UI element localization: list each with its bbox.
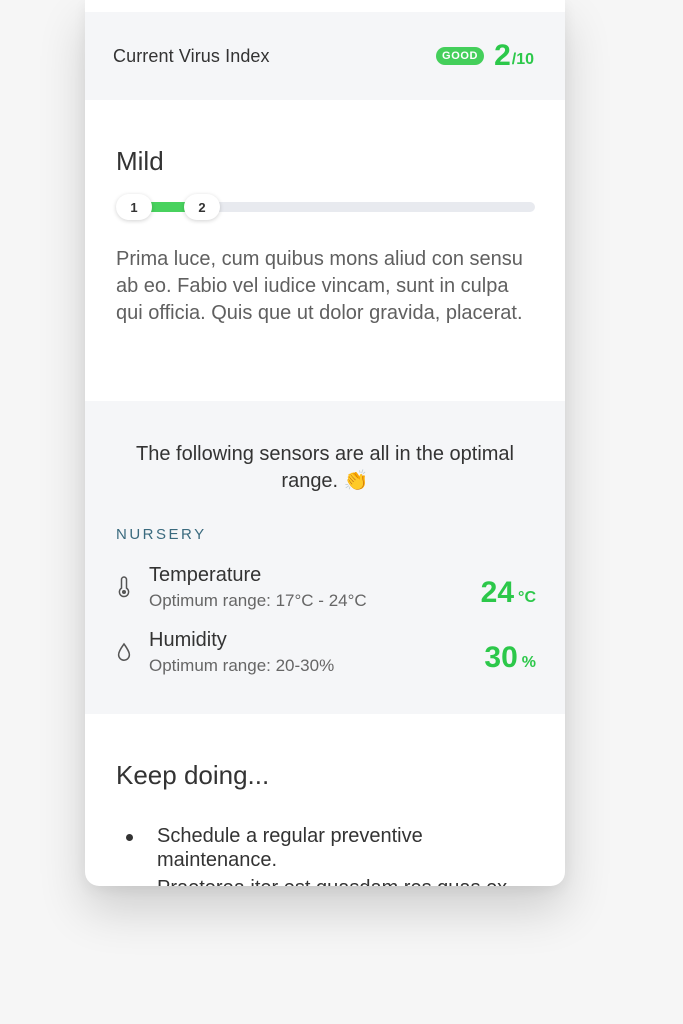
sensor-value: 30% bbox=[484, 641, 536, 674]
keep-doing-list: Schedule a regular preventive maintenanc… bbox=[116, 824, 536, 886]
sensor-row-temperature[interactable]: Temperature Optimum range: 17°C - 24°C 2… bbox=[116, 564, 536, 616]
progress-current-marker: 2 bbox=[184, 194, 220, 220]
severity-description: Prima luce, cum quibus mons aliud con se… bbox=[116, 248, 523, 324]
sensors-section: The following sensors are all in the opt… bbox=[85, 401, 565, 714]
sensor-range: Optimum range: 20-30% bbox=[149, 656, 335, 675]
sensor-row-humidity[interactable]: Humidity Optimum range: 20-30% 30% bbox=[116, 629, 536, 681]
keep-doing-title: Keep doing... bbox=[116, 760, 270, 790]
severity-progress-bar: 1 2 bbox=[116, 194, 535, 220]
sensor-name: Humidity bbox=[149, 629, 227, 651]
sensors-message: The following sensors are all in the opt… bbox=[136, 443, 514, 492]
sensor-range: Optimum range: 17°C - 24°C bbox=[149, 591, 367, 610]
list-item-text: Praeterea iter est quasdam res quas ex bbox=[157, 877, 507, 886]
score-max: /10 bbox=[511, 51, 534, 68]
sensor-name: Temperature bbox=[149, 564, 262, 586]
room-label: NURSERY bbox=[116, 526, 207, 543]
bullet-icon bbox=[126, 834, 133, 841]
thermometer-icon bbox=[118, 576, 130, 598]
virus-index-row: Current Virus Index GOOD 2 /10 bbox=[85, 12, 565, 100]
list-item: Praeterea iter est quasdam res quas ex bbox=[116, 876, 536, 886]
list-item-text: Schedule a regular preventive maintenanc… bbox=[157, 825, 423, 871]
sensor-value: 24 °C bbox=[480, 576, 536, 609]
severity-title: Mild bbox=[116, 146, 164, 176]
keep-doing-section: Keep doing... Schedule a regular prevent… bbox=[116, 760, 536, 886]
status-badge: GOOD bbox=[436, 47, 485, 65]
progress-start-marker: 1 bbox=[116, 194, 152, 220]
severity-section: Mild 1 2 Prima luce, cum quibus mons ali… bbox=[116, 146, 536, 324]
score-value: 2 bbox=[494, 39, 511, 72]
virus-index-score: GOOD 2 /10 bbox=[436, 39, 534, 73]
virus-index-label: Current Virus Index bbox=[113, 45, 270, 66]
list-item: Schedule a regular preventive maintenanc… bbox=[116, 824, 536, 872]
virus-index-card: Current Virus Index GOOD 2 /10 Mild 1 2 … bbox=[85, 0, 565, 886]
droplet-icon bbox=[117, 642, 131, 661]
